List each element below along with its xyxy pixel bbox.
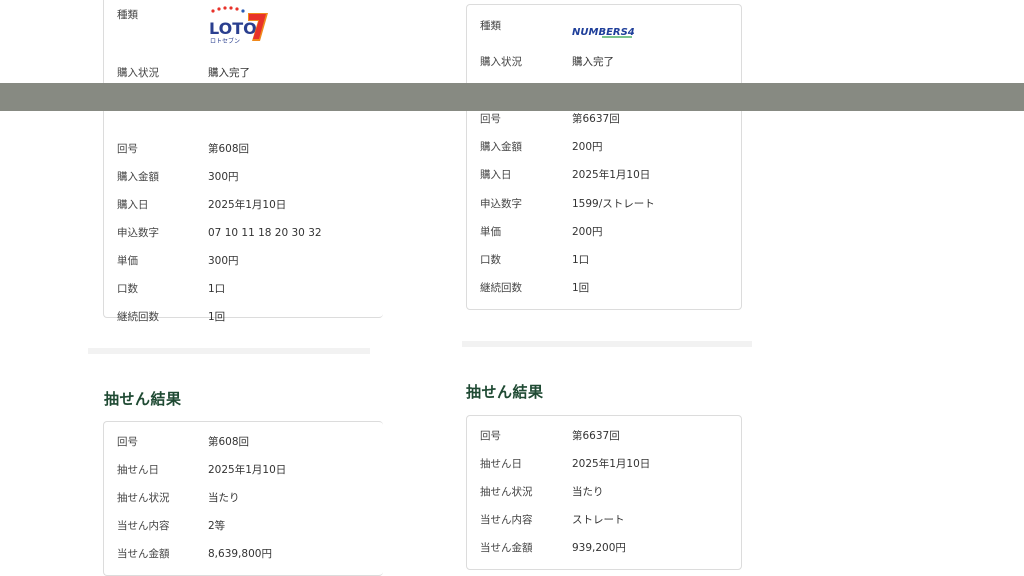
detail-row: 購入金額 200円 xyxy=(467,137,741,157)
detail-value: 07 10 11 18 20 30 32 xyxy=(208,227,322,239)
detail-label: 当せん内容 xyxy=(480,514,533,526)
detail-label: 申込数字 xyxy=(480,198,522,210)
detail-row: 口数 1口 xyxy=(104,279,383,299)
detail-label: 継続回数 xyxy=(117,311,159,323)
detail-value: 2025年1月10日 xyxy=(208,199,287,211)
detail-value: 2025年1月10日 xyxy=(572,169,651,181)
detail-row: 回号 第6637回 xyxy=(467,426,741,446)
detail-label: 購入状況 xyxy=(117,67,159,79)
detail-value: 300円 xyxy=(208,255,239,267)
detail-row: 継続回数 1回 xyxy=(467,278,741,298)
detail-row: 当せん内容 2等 xyxy=(104,516,383,536)
detail-label: 口数 xyxy=(117,283,138,295)
svg-text:LOTO: LOTO xyxy=(209,19,257,38)
numbers4-purchase-card: 種類 NUMBERS4 購入状況 購入完了 回号 第6637回 購入金額 200… xyxy=(466,4,742,310)
detail-row: 単価 300円 xyxy=(104,251,383,271)
detail-value: 当たり xyxy=(572,486,604,498)
detail-row: 口数 1口 xyxy=(467,250,741,270)
detail-value: 第608回 xyxy=(208,143,250,155)
detail-label: 回号 xyxy=(480,113,501,125)
detail-row: 抽せん日 2025年1月10日 xyxy=(104,460,383,480)
detail-row: 当せん金額 8,639,800円 xyxy=(104,544,383,564)
detail-value: 1599/ストレート xyxy=(572,198,655,210)
detail-row: 抽せん状況 当たり xyxy=(104,488,383,508)
detail-row: 購入日 2025年1月10日 xyxy=(104,195,383,215)
detail-value: 2025年1月10日 xyxy=(208,464,287,476)
detail-row: 回号 第608回 xyxy=(104,432,383,452)
detail-label: 購入日 xyxy=(117,199,149,211)
detail-value: 第6637回 xyxy=(572,113,620,125)
detail-value: 200円 xyxy=(572,226,603,238)
detail-row: 購入金額 300円 xyxy=(104,167,383,187)
detail-row: 抽せん日 2025年1月10日 xyxy=(467,454,741,474)
detail-row: 購入状況 購入完了 xyxy=(104,63,383,83)
loto7-logo-icon: LOTO ロトセブン xyxy=(209,6,268,45)
detail-row: 回号 第6637回 xyxy=(467,109,741,129)
detail-label: 継続回数 xyxy=(480,282,522,294)
detail-label: 抽せん状況 xyxy=(117,492,170,504)
detail-row: 申込数字 07 10 11 18 20 30 32 xyxy=(104,223,383,243)
detail-value: 939,200円 xyxy=(572,542,626,554)
detail-label: 種類 xyxy=(117,9,138,21)
detail-value: 当たり xyxy=(208,492,240,504)
detail-label: 抽せん日 xyxy=(480,458,522,470)
detail-value: 2等 xyxy=(208,520,226,532)
detail-label: 単価 xyxy=(480,226,501,238)
detail-label: 購入金額 xyxy=(480,141,522,153)
detail-label: 当せん金額 xyxy=(117,548,170,560)
detail-value: 200円 xyxy=(572,141,603,153)
detail-value: 第6637回 xyxy=(572,430,620,442)
detail-row: 継続回数 1回 xyxy=(104,307,383,327)
numbers4-result-card: 回号 第6637回 抽せん日 2025年1月10日 抽せん状況 当たり 当せん内… xyxy=(466,415,742,570)
detail-value: 2025年1月10日 xyxy=(572,458,651,470)
detail-label: 種類 xyxy=(480,20,501,32)
detail-label: 当せん内容 xyxy=(117,520,170,532)
detail-value: 300円 xyxy=(208,171,239,183)
detail-row: 回号 第608回 xyxy=(104,139,383,159)
section-divider xyxy=(88,348,370,354)
detail-label: 口数 xyxy=(480,254,501,266)
svg-text:NUMBERS4: NUMBERS4 xyxy=(572,27,634,38)
loto7-purchase-card: 種類 LOTO ロトセブン 購入状況 購入完了 回号 第608回 購入金額 30… xyxy=(103,0,383,323)
detail-row: 購入日 2025年1月10日 xyxy=(467,165,741,185)
loto7-logo-subtext: ロトセブン xyxy=(210,37,240,45)
detail-label: 購入状況 xyxy=(480,56,522,68)
detail-value: 1回 xyxy=(208,311,226,323)
detail-row: 抽せん状況 当たり xyxy=(467,482,741,502)
detail-row: 当せん金額 939,200円 xyxy=(467,538,741,558)
detail-row: 申込数字 1599/ストレート xyxy=(467,194,741,214)
section-divider xyxy=(462,341,752,347)
overlay-banner xyxy=(0,83,1024,111)
detail-label: 申込数字 xyxy=(117,227,159,239)
section-title-draw-results: 抽せん結果 xyxy=(466,383,544,401)
detail-value: ストレート xyxy=(572,514,625,526)
detail-label: 回号 xyxy=(117,436,138,448)
detail-row: 当せん内容 ストレート xyxy=(467,510,741,530)
detail-value: 1回 xyxy=(572,282,590,294)
detail-label: 抽せん状況 xyxy=(480,486,533,498)
detail-row: 購入状況 購入完了 xyxy=(467,52,741,72)
detail-value: 1口 xyxy=(208,283,226,295)
detail-row: 単価 200円 xyxy=(467,222,741,242)
detail-value: 購入完了 xyxy=(572,56,614,68)
loto7-result-card: 回号 第608回 抽せん日 2025年1月10日 抽せん状況 当たり 当せん内容… xyxy=(103,421,383,576)
detail-label: 単価 xyxy=(117,255,138,267)
detail-value: 1口 xyxy=(572,254,590,266)
detail-label: 抽せん日 xyxy=(117,464,159,476)
numbers4-logo-icon: NUMBERS4 xyxy=(572,27,634,38)
detail-value: 第608回 xyxy=(208,436,250,448)
section-title-draw-results: 抽せん結果 xyxy=(104,390,182,408)
detail-label: 購入日 xyxy=(480,169,512,181)
detail-label: 購入金額 xyxy=(117,171,159,183)
detail-value: 8,639,800円 xyxy=(208,548,272,560)
detail-value: 購入完了 xyxy=(208,67,250,79)
detail-label: 当せん金額 xyxy=(480,542,533,554)
detail-label: 回号 xyxy=(480,430,501,442)
detail-label: 回号 xyxy=(117,143,138,155)
